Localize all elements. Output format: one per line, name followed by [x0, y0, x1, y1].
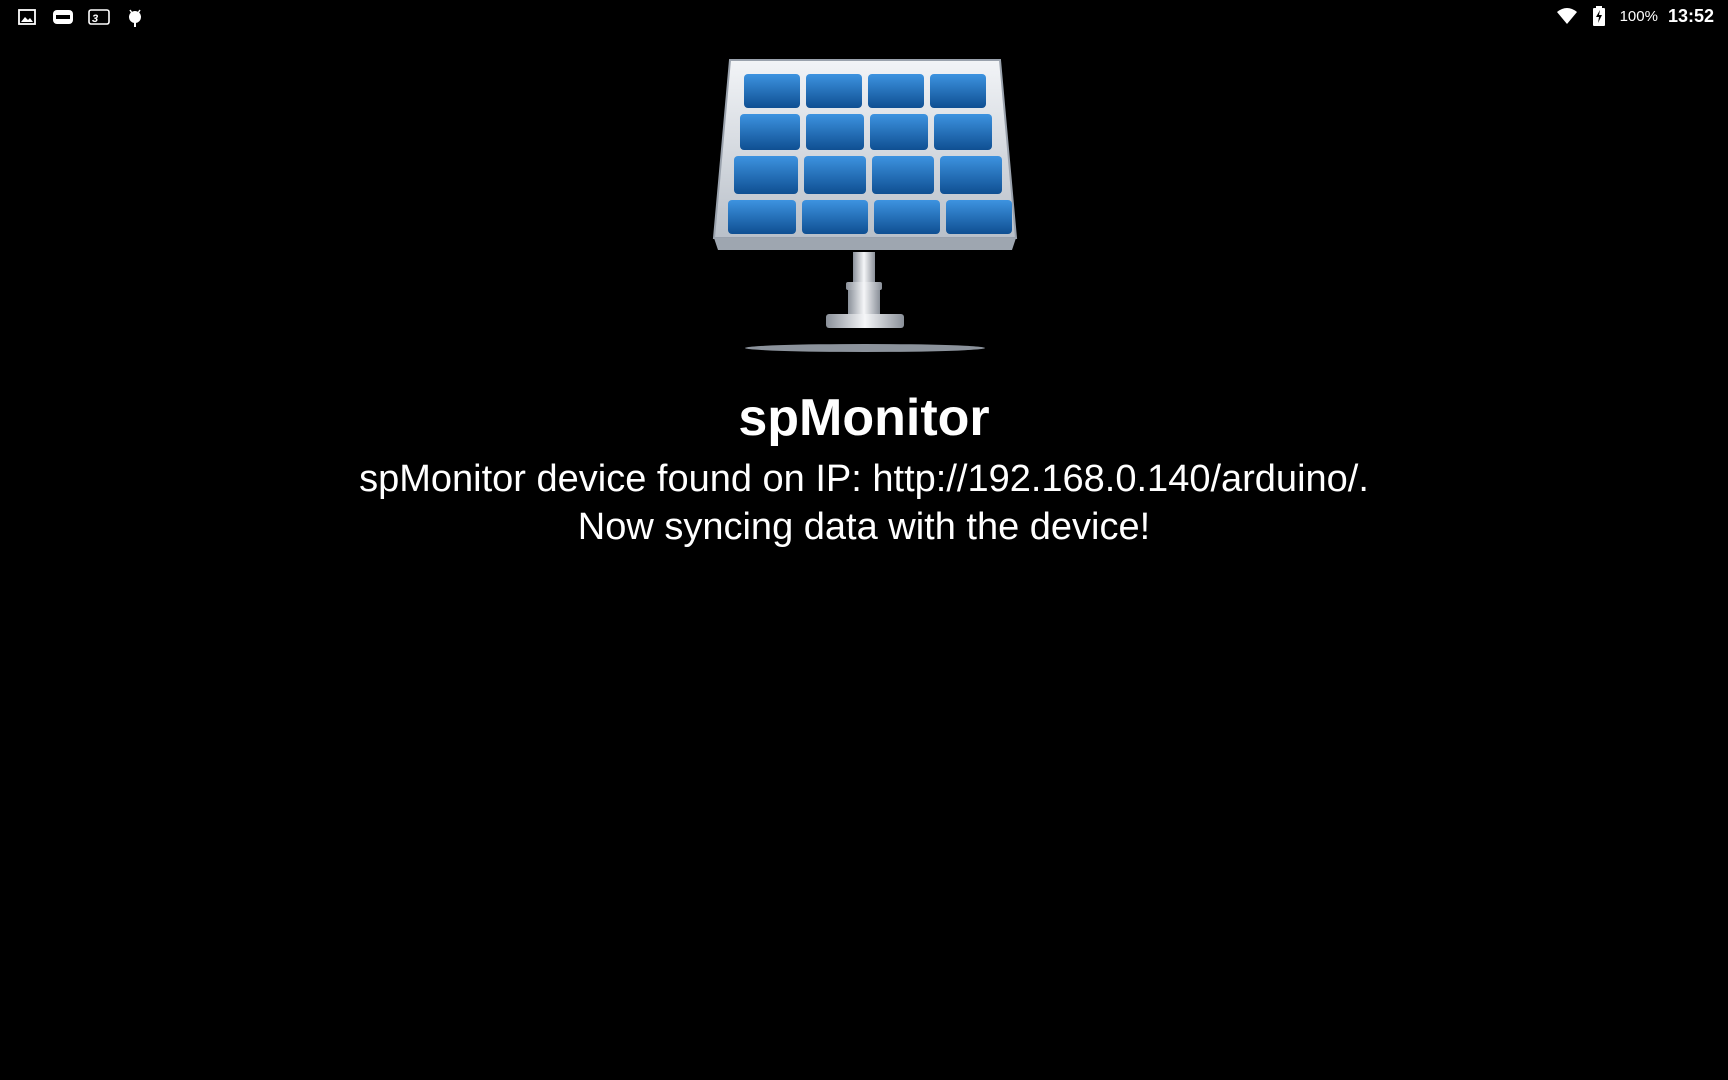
syncing-text: Now syncing data with the device! — [577, 506, 1151, 548]
sync-message: spMonitor device found on IP: http://192… — [0, 455, 1728, 551]
splash-screen: spMonitor spMonitor device found on IP: … — [0, 0, 1728, 1080]
solar-panel-icon — [710, 58, 1020, 358]
device-found-text: spMonitor device found on IP: http://192… — [359, 458, 1369, 500]
app-title: spMonitor — [738, 389, 990, 447]
